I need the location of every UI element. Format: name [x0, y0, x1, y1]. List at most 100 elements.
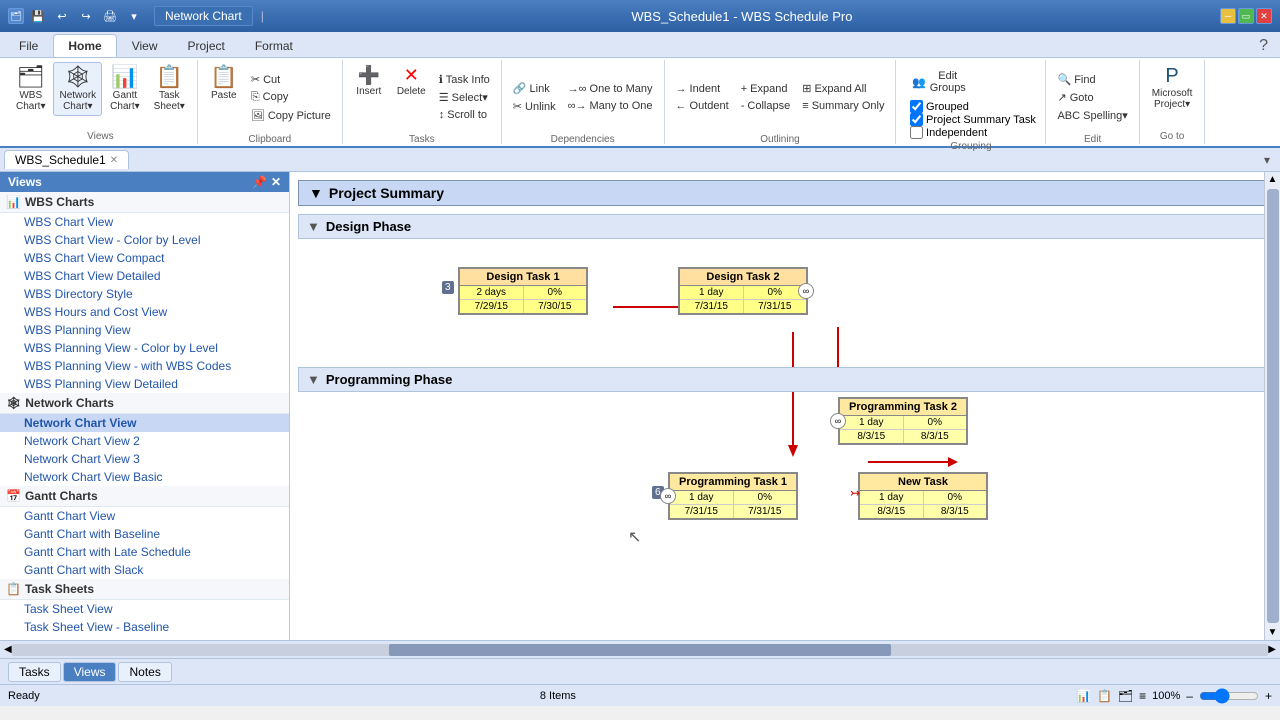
scroll-to-button[interactable]: ↕ Scroll to: [434, 107, 495, 123]
restore-button[interactable]: ▭: [1238, 8, 1254, 24]
paste-button[interactable]: 📋 Paste: [204, 62, 244, 105]
minimize-button[interactable]: ─: [1220, 8, 1236, 24]
bottom-tab-views[interactable]: Views: [63, 662, 117, 682]
sidebar-item-network-chart-view3[interactable]: Network Chart View 3: [0, 450, 289, 468]
tab-dropdown-button[interactable]: ▾: [1258, 151, 1276, 169]
tab-project[interactable]: Project: [172, 34, 239, 57]
tab-view[interactable]: View: [117, 34, 173, 57]
gantt-chart-button[interactable]: 📊 GanttChart▾: [104, 62, 145, 116]
sidebar-item-wbs-hours-cost[interactable]: WBS Hours and Cost View: [0, 303, 289, 321]
undo-button[interactable]: ↩: [52, 6, 72, 26]
help-button[interactable]: ?: [1251, 35, 1276, 57]
task-node-prog2[interactable]: Programming Task 2 1 day 0% 8/3/15 8/3/1…: [838, 397, 968, 445]
sidebar-item-wbs-planning-color[interactable]: WBS Planning View - Color by Level: [0, 339, 289, 357]
scroll-thumb[interactable]: [1267, 189, 1279, 623]
zoom-out-button[interactable]: –: [1186, 689, 1193, 703]
status-icon1[interactable]: 📊: [1076, 689, 1091, 703]
task-info-button[interactable]: ℹ Task Info: [434, 71, 495, 88]
bottom-tab-tasks[interactable]: Tasks: [8, 662, 61, 682]
sidebar-section-wbs-charts[interactable]: 📊 WBS Charts: [0, 192, 289, 213]
doc-tab-close[interactable]: ✕: [110, 155, 118, 166]
prog-phase-toggle[interactable]: ▼: [307, 372, 320, 387]
sidebar-item-wbs-color-level[interactable]: WBS Chart View - Color by Level: [0, 231, 289, 249]
bottom-tab-notes[interactable]: Notes: [118, 662, 171, 682]
tab-home[interactable]: Home: [53, 34, 116, 57]
project-summary-task-check[interactable]: Project Summary Task: [910, 113, 1036, 126]
sidebar-close-button[interactable]: ✕: [271, 175, 281, 189]
zoom-slider[interactable]: [1199, 692, 1259, 700]
scroll-left-button[interactable]: ◀: [4, 644, 12, 655]
task-sheet-button[interactable]: 📋 TaskSheet▾: [148, 62, 191, 116]
status-icon2[interactable]: 📋: [1097, 689, 1112, 703]
unlink-button[interactable]: ✂ Unlink: [508, 98, 561, 115]
close-button[interactable]: ✕: [1256, 8, 1272, 24]
sidebar-item-task-sheet-view[interactable]: Task Sheet View: [0, 600, 289, 618]
sidebar-item-wbs-planning-detailed[interactable]: WBS Planning View Detailed: [0, 375, 289, 393]
cut-button[interactable]: ✂ Cut: [246, 71, 336, 88]
spelling-button[interactable]: ABC Spelling▾: [1052, 107, 1132, 124]
sidebar-item-task-sheet-schedule[interactable]: Task Sheet View - Schedule: [0, 636, 289, 640]
canvas-area[interactable]: ▼ Project Summary ▼ Design Phase: [290, 172, 1280, 640]
sidebar-item-wbs-chart-view[interactable]: WBS Chart View: [0, 213, 289, 231]
sidebar-item-gantt-slack[interactable]: Gantt Chart with Slack: [0, 561, 289, 579]
task-node-new[interactable]: ↣ New Task 1 day 0% 8/3/15 8/3/15: [858, 472, 988, 520]
sidebar-section-gantt-charts[interactable]: 📅 Gantt Charts: [0, 486, 289, 507]
summary-only-button[interactable]: ≡ Summary Only: [797, 98, 889, 114]
delete-button[interactable]: ✕ Delete: [391, 62, 432, 101]
h-scrollbar-thumb[interactable]: [389, 644, 892, 656]
copy-picture-button[interactable]: 🖼 Copy Picture: [246, 107, 336, 124]
sidebar-section-network-charts[interactable]: 🕸 Network Charts: [0, 393, 289, 414]
insert-button[interactable]: ➕ Insert: [349, 62, 389, 101]
many-to-one-button[interactable]: ∞→ Many to One: [563, 98, 658, 114]
sidebar-section-task-sheets[interactable]: 📋 Task Sheets: [0, 579, 289, 600]
scroll-down-button[interactable]: ▼: [1266, 625, 1280, 640]
select-button[interactable]: ☰ Select▾: [434, 89, 495, 106]
more-qa-button[interactable]: ▾: [124, 6, 144, 26]
zoom-in-button[interactable]: +: [1265, 689, 1272, 703]
find-button[interactable]: 🔍 Find: [1052, 71, 1132, 88]
task-node-design2[interactable]: Design Task 2 1 day 0% 7/31/15 7/31/15 ∞: [678, 267, 808, 315]
sidebar-item-task-sheet-baseline[interactable]: Task Sheet View - Baseline: [0, 618, 289, 636]
sidebar-item-wbs-detailed[interactable]: WBS Chart View Detailed: [0, 267, 289, 285]
doc-tab[interactable]: WBS_Schedule1 ✕: [4, 150, 129, 169]
outdent-button[interactable]: ← Outdent: [671, 98, 734, 114]
sidebar-item-wbs-planning[interactable]: WBS Planning View: [0, 321, 289, 339]
horizontal-scrollbar[interactable]: [12, 644, 1269, 656]
status-icon4[interactable]: ≡: [1139, 689, 1146, 703]
ms-project-button[interactable]: P MicrosoftProject▾: [1146, 62, 1199, 114]
link-button[interactable]: 🔗 Link: [508, 80, 561, 97]
expand-button[interactable]: + Expand: [736, 81, 796, 97]
vertical-scrollbar[interactable]: ▲ ▼: [1264, 172, 1280, 640]
status-icon3[interactable]: 🗂: [1118, 689, 1133, 703]
print-button[interactable]: 🖨: [100, 6, 120, 26]
sidebar-item-wbs-compact[interactable]: WBS Chart View Compact: [0, 249, 289, 267]
expand-all-button[interactable]: ⊞ Expand All: [797, 80, 889, 97]
sidebar-item-gantt-baseline[interactable]: Gantt Chart with Baseline: [0, 525, 289, 543]
sidebar-item-wbs-directory[interactable]: WBS Directory Style: [0, 285, 289, 303]
sidebar-pin-button[interactable]: 📌: [252, 175, 267, 189]
one-to-many-button[interactable]: →∞ One to Many: [563, 81, 658, 97]
sidebar-item-gantt-view[interactable]: Gantt Chart View: [0, 507, 289, 525]
scroll-up-button[interactable]: ▲: [1266, 172, 1280, 187]
network-chart-button[interactable]: 🕸 NetworkChart▾: [53, 62, 102, 116]
edit-groups-button[interactable]: 👥 EditGroups: [906, 66, 1036, 98]
sidebar-item-wbs-planning-codes[interactable]: WBS Planning View - with WBS Codes: [0, 357, 289, 375]
sidebar-item-network-chart-basic[interactable]: Network Chart View Basic: [0, 468, 289, 486]
tab-file[interactable]: File: [4, 34, 53, 57]
wbs-chart-button[interactable]: 🗂 WBSChart▾: [10, 62, 51, 116]
design-phase-toggle[interactable]: ▼: [307, 219, 320, 234]
copy-button[interactable]: ⎘ Copy: [246, 89, 336, 106]
sidebar-item-network-chart-view2[interactable]: Network Chart View 2: [0, 432, 289, 450]
collapse-button[interactable]: - Collapse: [736, 98, 796, 114]
save-button[interactable]: 💾: [28, 6, 48, 26]
sidebar-item-gantt-late[interactable]: Gantt Chart with Late Schedule: [0, 543, 289, 561]
task-node-design1[interactable]: 3 Design Task 1 2 days 0% 7/29/15 7/30/1…: [458, 267, 588, 315]
redo-button[interactable]: ↪: [76, 6, 96, 26]
grouped-check[interactable]: Grouped: [910, 100, 1036, 113]
goto-button[interactable]: ↗ Goto: [1052, 89, 1132, 106]
indent-button[interactable]: → Indent: [671, 81, 734, 97]
project-summary-toggle[interactable]: ▼: [309, 185, 323, 201]
scroll-right-button[interactable]: ▶: [1268, 644, 1276, 655]
task-node-prog1[interactable]: 6 Programming Task 1 1 day 0% 7/31/15 7/…: [668, 472, 798, 520]
tab-format[interactable]: Format: [240, 34, 308, 57]
